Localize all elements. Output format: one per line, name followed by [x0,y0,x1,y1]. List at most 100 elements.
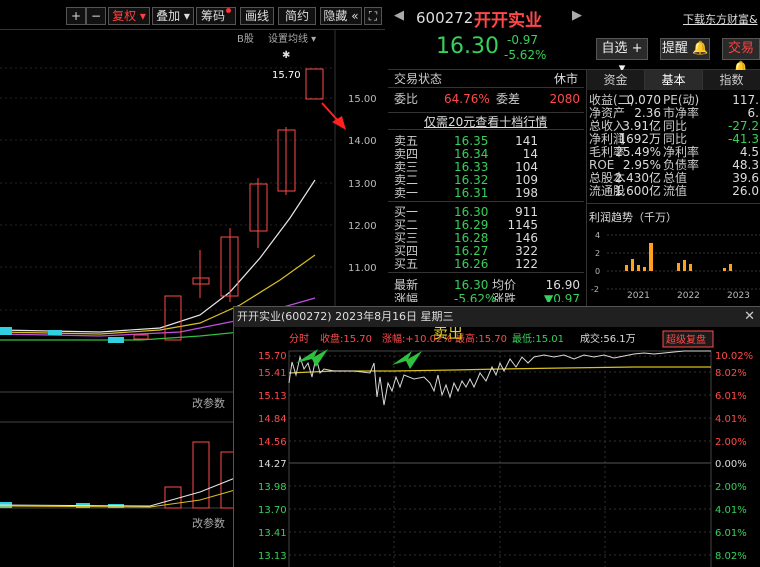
right-axis-label: 8.02% [715,368,747,379]
fullscreen-icon[interactable]: ⛶ [364,7,382,25]
right-axis-label: 0.00% [715,459,747,470]
left-axis-label: 15.13 [258,391,287,402]
stock-code: 600272 [416,9,474,27]
yincang-button[interactable]: 隐藏 « [320,7,362,25]
trend-year-label: 2021 [627,291,650,301]
prev-stock-icon[interactable]: ◀ [394,8,404,23]
chouma-label: 筹码 [200,9,225,23]
sell-row: 卖一 16.31 198 [394,186,538,200]
buy-row: 买三 16.28 146 [394,231,538,245]
price-change: -0.97 [507,33,539,47]
b-shares-label: B股 [237,33,254,45]
notification-dot-icon [226,8,231,13]
left-axis-label: 13.41 [258,528,287,539]
trend-axis-label: -2 [591,285,599,294]
level10-promo-link[interactable]: 仅需20元查看十档行情 [424,115,547,129]
candle-down [48,330,62,335]
sell-row: 卖五 16.35 141 [394,134,538,148]
buy-row: 买五 16.26 122 [394,257,538,271]
left-axis-label: 13.98 [258,482,287,493]
candle-down [108,337,124,343]
super-review-label: 超级复盘 [666,333,706,346]
current-price: 16.30 [436,34,499,59]
order-book: 交易状态 休市 委比 64.76% 委差 2080 仅需20元查看十档行情 卖五… [388,72,584,312]
jianyue-button[interactable]: 简约 [278,7,316,25]
intraday-chart[interactable]: 分时 收盘:15.70 涨幅:+10.02% 最高:15.70 最低:15.01… [234,327,760,567]
zhangfu-value: -5.62% [454,292,497,302]
zhangfu-label: 涨幅 [394,292,419,302]
zoom-in-button[interactable]: + [66,7,86,25]
ma-settings-link: 设置均线 ▾ [268,32,316,45]
next-stock-icon[interactable]: ▶ [572,8,582,23]
chart-toolbar: + − 复权 ▾ 叠加 ▾ 筹码 画线 简约 隐藏 « ⛶ [0,0,385,30]
trend-axis-label: 2 [595,249,600,258]
candle-up [305,68,324,100]
tab-funds[interactable]: 资金 [587,70,645,90]
add-watchlist-button[interactable]: 自选 + ▾ [596,38,648,76]
trade-status-value: 休市 [553,72,578,86]
buy-row: 买四 16.27 322 [394,244,538,258]
right-axis-label: 2.00% [715,482,747,493]
trade-button[interactable]: 交易 🔔 [722,38,760,76]
sell-annotation: 卖出 [433,327,463,342]
alert-button[interactable]: 提醒 🔔 [660,38,710,60]
red-arrow-icon [332,116,346,130]
star-icon: ✱ [282,50,290,61]
left-axis-label: 15.70 [258,351,287,362]
close-price: 收盘:15.70 [320,332,372,345]
right-axis-label: 6.01% [715,391,747,402]
close-icon[interactable]: ✕ [744,307,755,327]
right-axis-label: 2.00% [715,437,747,448]
huaxian-button[interactable]: 画线 [240,7,274,25]
popup-titlebar[interactable]: 开开实业(600272) 2023年8月16日 星期三 ✕ [234,307,760,327]
right-axis-label: 4.01% [715,414,747,425]
fundamental-key: 流值 [663,184,688,198]
fenshi-tab: 分时 [289,333,309,345]
download-link[interactable]: 下载东方财富& [683,11,758,27]
tab-index[interactable]: 指数 [703,70,760,90]
diejia-dropdown[interactable]: 叠加 ▾ [152,7,194,25]
trend-year-label: 2023 [727,291,750,301]
axis-label: 15.00 [348,94,377,105]
low-price: 最低:15.01 [512,332,564,345]
stock-header: ◀ 600272 开开实业 ▶ 下载东方财富& 16.30 -0.97 -5.6… [388,0,760,76]
sell-row: 卖三 16.33 104 [394,160,538,174]
tab-basic[interactable]: 基本 [645,70,703,90]
sell-row: 卖四 16.34 14 [394,147,538,161]
fundamental-value: 1.600亿 [614,184,661,198]
green-arrow-icon [392,351,422,369]
popup-title: 开开实业(600272) 2023年8月16日 星期三 [237,310,454,323]
weicha-label: 委差 [496,92,521,106]
left-axis-label: 13.70 [258,505,287,516]
right-axis-label: 6.01% [715,528,747,539]
latest-label: 最新 [394,278,419,292]
fuquan-dropdown[interactable]: 复权 ▾ [108,7,150,25]
fundamentals-panel: 资金 基本 指数 收益(二) 0.070 PE(动) 117. 净资产 2.36 市净率 6.… [586,70,760,312]
axis-label: 12.00 [348,221,377,232]
zhangdie-value: ▼0.97 [544,292,580,302]
trend-year-label: 2022 [677,291,700,301]
profit-trend-title: 利润趋势（千万） [589,211,677,224]
chouma-button[interactable]: 筹码 [196,7,236,25]
volume: 成交:56.1万 [580,332,636,345]
left-axis-label: 14.84 [258,414,287,425]
buy-row: 买二 16.29 1145 [394,218,538,232]
axis-label: 11.00 [348,263,377,274]
price-change-pct: -5.62% [504,48,547,62]
avg-label: 均价 [492,278,517,292]
axis-label: 13.00 [348,179,377,190]
candle-up [192,277,210,285]
candle-down [0,327,12,335]
change-params-link: 改参数 [192,516,225,530]
candle-up [164,295,182,341]
axis-label: 14.00 [348,136,377,147]
zoom-out-button[interactable]: − [86,7,106,25]
left-axis-label: 14.56 [258,437,287,448]
candle-up [133,334,149,340]
intraday-review-popup[interactable]: 开开实业(600272) 2023年8月16日 星期三 ✕ 分时 收盘:15.7… [233,306,760,567]
right-axis-label: 10.02% [715,351,753,362]
weibi-value: 64.76% [444,92,490,106]
latest-value: 16.30 [454,278,489,292]
right-axis-label: 8.02% [715,551,747,562]
sell-row: 卖二 16.32 109 [394,173,538,187]
